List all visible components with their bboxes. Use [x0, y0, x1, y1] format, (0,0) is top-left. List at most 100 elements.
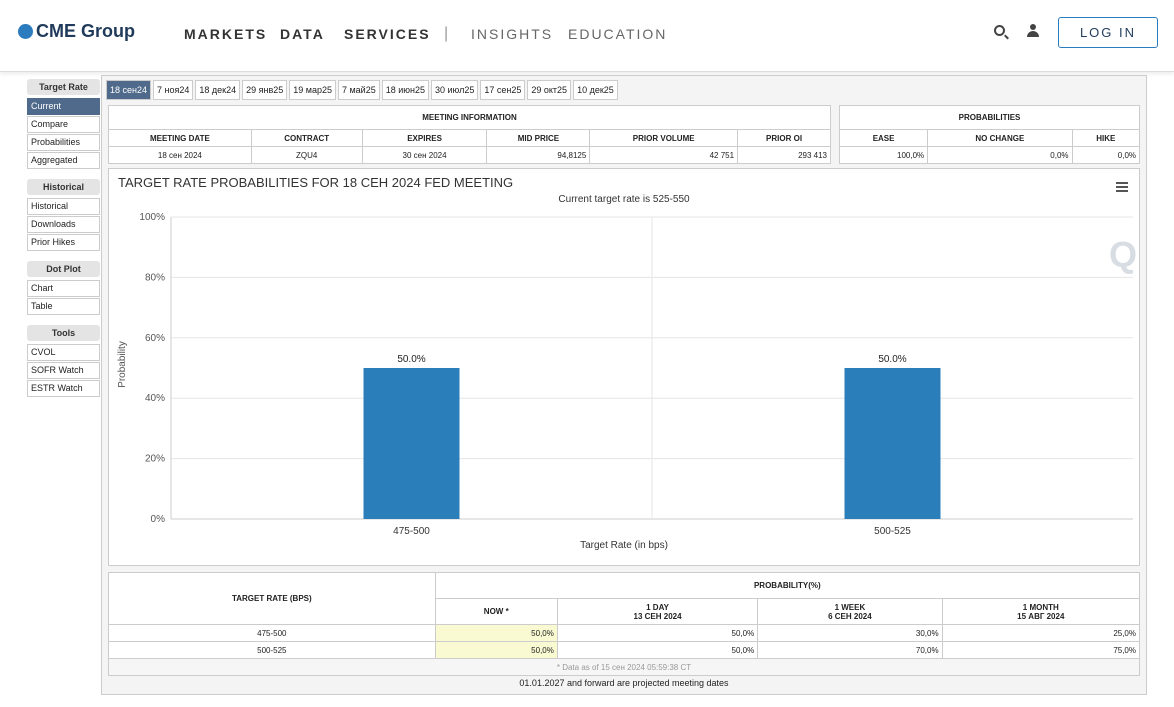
data-label: 50.0%: [878, 354, 906, 365]
globe-icon: [18, 24, 33, 39]
meeting-tab[interactable]: 19 мар25: [289, 80, 336, 100]
meeting-tab[interactable]: 7 май25: [337, 80, 380, 100]
meeting-col-header: PRIOR OI: [737, 129, 831, 147]
meeting-tab[interactable]: 18 июн25: [381, 80, 430, 100]
bar[interactable]: [363, 368, 460, 519]
meeting-col-header: EXPIRES: [361, 129, 488, 147]
sidebar-item-downloads[interactable]: Downloads: [27, 216, 100, 233]
prob-subheader: 1 MONTH 15 АВГ 2024: [941, 598, 1141, 625]
x-axis-label: Target Rate (in bps): [580, 540, 668, 551]
prob-cell: 50,0%: [556, 641, 759, 659]
prob-cell: 50,0%: [434, 641, 558, 659]
prob-col-header: EASE: [838, 129, 929, 147]
nav-insights[interactable]: INSIGHTS: [471, 26, 553, 42]
cme-logo[interactable]: CME Group: [18, 21, 135, 42]
y-tick-label: 60%: [145, 333, 165, 344]
data-label: 50.0%: [397, 354, 425, 365]
col-target-rate: TARGET RATE (BPS): [108, 572, 436, 625]
meeting-info-title: MEETING INFORMATION: [108, 105, 831, 130]
probabilities-title: PROBABILITIES: [839, 105, 1140, 130]
meeting-tab[interactable]: 7 ноя24: [153, 80, 194, 100]
meeting-value: ZQU4: [250, 146, 363, 164]
prob-cell: 25,0%: [941, 624, 1141, 642]
rate-cell: 500-525: [108, 641, 436, 659]
meeting-info-table: MEETING INFORMATION MEETING DATE CONTRACT…: [108, 105, 831, 164]
sidebar-item-sofr-watch[interactable]: SOFR Watch: [27, 362, 100, 379]
sidebar-item-current[interactable]: Current: [27, 98, 100, 115]
prob-value: 0,0%: [927, 146, 1073, 164]
table-row: 475-500 50,0% 50,0% 30,0% 25,0%: [108, 624, 1141, 642]
meeting-value: 30 сен 2024: [361, 146, 488, 164]
nav-services[interactable]: SERVICES: [344, 26, 431, 42]
y-tick-label: 40%: [145, 393, 165, 404]
sidebar-item-cvol[interactable]: CVOL: [27, 344, 100, 361]
meeting-tab[interactable]: 17 сен25: [480, 80, 526, 100]
meeting-tab[interactable]: 18 дек24: [195, 80, 241, 100]
prob-cell: 70,0%: [757, 641, 943, 659]
sidebar: Target Rate Current Compare Probabilities Ag…: [27, 79, 100, 398]
prob-value: 0,0%: [1071, 146, 1141, 164]
prob-col-header: NO CHANGE: [927, 129, 1073, 147]
prob-subheader: 1 WEEK 6 СЕН 2024: [757, 598, 943, 625]
meeting-value: 293 413: [737, 146, 831, 164]
col-probability: PROBABILITY(%): [434, 572, 1141, 599]
sidebar-section-title: Tools: [27, 325, 100, 341]
subheader-date: 15 АВГ 2024: [1017, 611, 1065, 621]
sidebar-item-chart[interactable]: Chart: [27, 280, 100, 297]
footer-note: 01.01.2027 and forward are projected mee…: [519, 678, 729, 688]
sidebar-item-probabilities[interactable]: Probabilities: [27, 134, 100, 151]
meeting-tab[interactable]: 29 окт25: [527, 80, 572, 100]
prob-value: 100,0%: [838, 146, 929, 164]
meeting-tab[interactable]: 10 дек25: [573, 80, 618, 100]
meeting-value: 42 751: [589, 146, 739, 164]
sidebar-item-prior-hikes[interactable]: Prior Hikes: [27, 234, 100, 251]
nav-markets[interactable]: MARKETS: [184, 26, 267, 42]
main-panel: 18 сен24 7 ноя24 18 дек24 29 янв25 19 мар25 7…: [101, 75, 1147, 695]
search-icon[interactable]: [994, 25, 1005, 36]
subheader-date: 6 СЕН 2024: [828, 611, 872, 621]
probability-chart: TARGET RATE PROBABILITIES FOR 18 СЕН 202…: [108, 168, 1140, 566]
bar[interactable]: [844, 368, 941, 519]
prob-subheader: 1 DAY 13 СЕН 2024: [556, 598, 759, 625]
chart-plot: 0% 20% 40% 60% 80% 100% 50.0% 475-500 50.0% 500-5…: [139, 212, 1137, 537]
probabilities-table: PROBABILITIES EASE NO CHANGE HIKE 100,0% 0,0…: [838, 105, 1141, 164]
prob-cell: 50,0%: [556, 624, 759, 642]
sidebar-item-historical[interactable]: Historical: [27, 198, 100, 215]
subheader-period: NOW *: [483, 607, 509, 616]
prob-subheader: NOW *: [434, 598, 558, 625]
quikstrike-watermark-icon: Q: [1109, 234, 1137, 275]
logo-text: CME Group: [36, 21, 135, 41]
meeting-col-header: MEETING DATE: [108, 129, 252, 147]
meeting-value: 94,8125: [486, 146, 591, 164]
site-header: CME Group MARKETS DATA SERVICES | INSIGH…: [0, 0, 1174, 72]
subheader-date: 13 СЕН 2024: [633, 611, 682, 621]
nav-education[interactable]: EDUCATION: [568, 26, 667, 42]
x-tick-label: 500-525: [874, 526, 911, 537]
nav-separator: |: [444, 25, 449, 42]
sidebar-item-compare[interactable]: Compare: [27, 116, 100, 133]
prob-cell: 75,0%: [941, 641, 1141, 659]
subheader-period: 1 DAY: [646, 602, 669, 612]
meeting-tab[interactable]: 30 июл25: [431, 80, 479, 100]
meeting-tab[interactable]: 18 сен24: [106, 80, 151, 100]
sidebar-section-title: Dot Plot: [27, 261, 100, 277]
data-note: * Data as of 15 сен 2024 05:59:38 CT: [108, 658, 1140, 676]
y-tick-label: 100%: [139, 212, 165, 223]
sidebar-item-table[interactable]: Table: [27, 298, 100, 315]
y-axis-label: Probability: [116, 341, 128, 388]
nav-data[interactable]: DATA: [280, 26, 325, 42]
meeting-col-header: CONTRACT: [250, 129, 363, 147]
meeting-value: 18 сен 2024: [108, 146, 252, 164]
login-button[interactable]: LOG IN: [1058, 17, 1158, 48]
meeting-col-header: PRIOR VOLUME: [589, 129, 739, 147]
user-icon[interactable]: [1027, 24, 1039, 38]
sidebar-item-estr-watch[interactable]: ESTR Watch: [27, 380, 100, 397]
meeting-tab[interactable]: 29 янв25: [242, 80, 288, 100]
subheader-period: 1 MONTH: [1022, 602, 1059, 612]
sidebar-section-title: Historical: [27, 179, 100, 195]
sidebar-item-aggregated[interactable]: Aggregated: [27, 152, 100, 169]
meeting-tabs: 18 сен24 7 ноя24 18 дек24 29 янв25 19 мар25 7…: [106, 80, 618, 100]
prob-col-header: HIKE: [1071, 129, 1141, 147]
prob-cell: 30,0%: [757, 624, 943, 642]
meeting-col-header: MID PRICE: [486, 129, 591, 147]
